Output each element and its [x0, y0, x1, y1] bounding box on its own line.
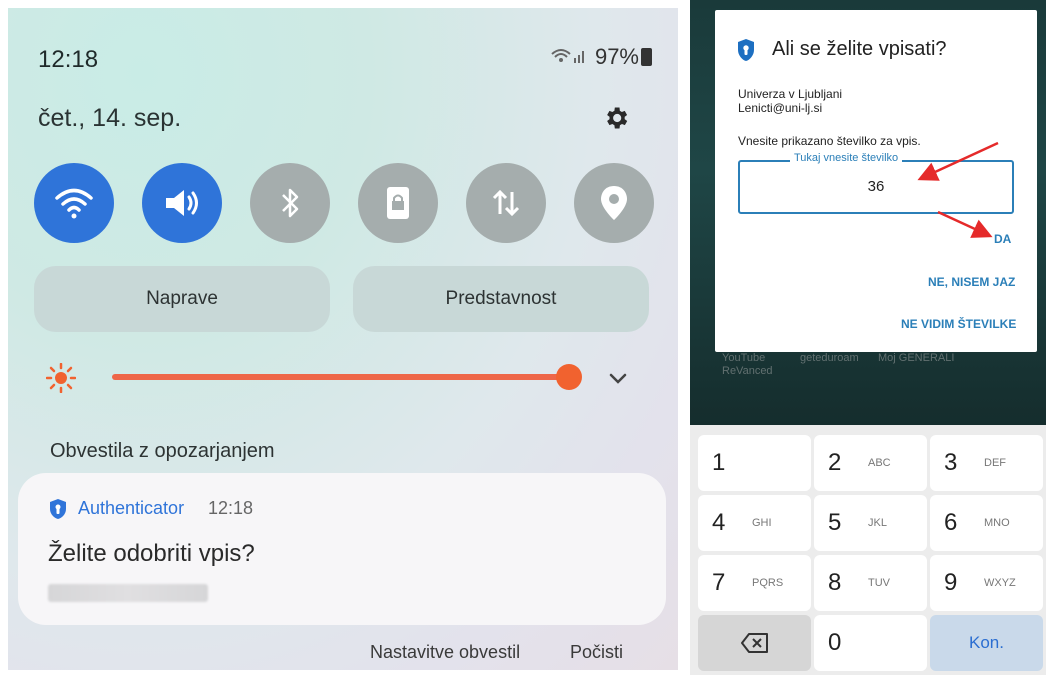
- location-icon: [601, 186, 627, 220]
- not-me-button[interactable]: NE, NISEM JAZ: [928, 275, 1015, 289]
- arrow-to-yes: [937, 210, 993, 238]
- no-numbers-button[interactable]: NE VIDIM ŠTEVILKE: [901, 317, 1016, 331]
- screen-lock-toggle[interactable]: [358, 163, 438, 243]
- battery-icon: [641, 48, 652, 66]
- done-key[interactable]: Kon.: [930, 615, 1043, 671]
- numeric-keypad: 1 2 ABC 3 DEF 4 GHI 5 JKL 6 MNO 7 PQRS 8 TUV 9W…: [690, 425, 1046, 675]
- key-5[interactable]: 5 JKL: [814, 495, 927, 551]
- backspace-icon: [740, 633, 768, 653]
- backspace-key[interactable]: [698, 615, 811, 671]
- home-app-label: geteduroam: [800, 352, 859, 364]
- wifi-icon: [55, 188, 93, 219]
- data-transfer-toggle[interactable]: [466, 163, 546, 243]
- quick-settings-panel: 12:18 97% čet., 14. sep. Naprave Predsta…: [8, 8, 678, 670]
- authenticator-lock-icon: [50, 499, 66, 519]
- key-2[interactable]: 2 ABC: [814, 435, 927, 491]
- sound-toggle[interactable]: [142, 163, 222, 243]
- annotation-arrows: [917, 141, 999, 238]
- key-4[interactable]: 4 GHI: [698, 495, 811, 551]
- home-app-label: Moj GENERALI: [878, 352, 955, 364]
- arrow-to-input: [917, 141, 999, 181]
- wifi-signal-icon: [550, 49, 591, 68]
- brightness-slider[interactable]: [112, 374, 568, 380]
- status-icons: 97%: [550, 44, 652, 70]
- bluetooth-toggle[interactable]: [250, 163, 330, 243]
- brightness-slider-thumb[interactable]: [556, 364, 582, 390]
- settings-gear-icon[interactable]: [602, 104, 630, 139]
- key-6[interactable]: 6 MNO: [930, 495, 1043, 551]
- notification-blurred-content: [48, 584, 208, 602]
- notification-app-name: Authenticator: [78, 498, 185, 518]
- devices-button[interactable]: Naprave: [34, 266, 330, 332]
- key-1[interactable]: 1: [698, 435, 811, 491]
- sign-in-screen: YouTube ReVanced geteduroam Moj GENERALI…: [690, 0, 1046, 675]
- chevron-down-icon[interactable]: [604, 364, 632, 392]
- wifi-toggle[interactable]: [34, 163, 114, 243]
- key-7[interactable]: 7 PQRS: [698, 555, 811, 611]
- key-3[interactable]: 3 DEF: [930, 435, 1043, 491]
- sound-icon: [166, 190, 198, 216]
- notifications-header: Obvestila z opozarjanjem: [50, 440, 275, 462]
- battery-percent: 97%: [594, 44, 639, 69]
- media-output-button[interactable]: Predstavnost: [353, 266, 649, 332]
- brightness-sun-icon: [46, 363, 76, 393]
- location-toggle[interactable]: [574, 163, 654, 243]
- status-time: 12:18: [38, 46, 99, 73]
- key-0[interactable]: 0: [814, 615, 927, 671]
- screen-lock-icon: [387, 187, 409, 219]
- notification-settings-button[interactable]: Nastavitve obvestil: [370, 642, 520, 663]
- bluetooth-icon: [282, 188, 299, 218]
- notification-title: Želite odobriti vpis?: [48, 540, 255, 567]
- home-app-label: ReVanced: [722, 365, 773, 377]
- date-label: čet., 14. sep.: [38, 104, 182, 132]
- home-app-label: YouTube: [722, 352, 766, 364]
- notification-time: 12:18: [208, 498, 254, 518]
- data-transfer-icon: [492, 189, 520, 217]
- clear-notifications-button[interactable]: Počisti: [570, 642, 623, 663]
- key-9[interactable]: 9 WXYZ: [930, 555, 1043, 611]
- key-8[interactable]: 8 TUV: [814, 555, 927, 611]
